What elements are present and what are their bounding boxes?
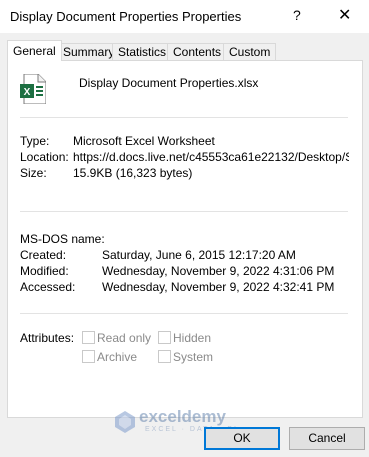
exceldemy-logo-icon — [115, 411, 135, 433]
location-label: Location: — [20, 150, 69, 164]
svg-text:X: X — [24, 87, 31, 98]
window-title: Display Document Properties Properties — [10, 9, 242, 24]
close-button[interactable]: ✕ — [338, 5, 351, 25]
accessed-value: Wednesday, November 9, 2022 4:32:41 PM — [102, 280, 335, 294]
tab-contents[interactable]: Contents — [167, 43, 228, 61]
separator — [20, 313, 348, 314]
attributes-label: Attributes: — [20, 331, 75, 345]
msdos-label: MS-DOS name: — [20, 232, 105, 246]
size-value: 15.9KB (16,323 bytes) — [73, 166, 193, 180]
read-only-label: Read only — [97, 331, 152, 345]
excel-file-icon: X — [20, 74, 46, 104]
separator — [20, 117, 348, 118]
tab-summary[interactable]: Summary — [57, 43, 121, 61]
tab-custom[interactable]: Custom — [223, 43, 277, 61]
title-bar: Display Document Properties Properties ?… — [0, 0, 369, 33]
created-label: Created: — [20, 248, 67, 262]
tab-statistics[interactable]: Statistics — [112, 43, 173, 61]
watermark-logo: exceldemy EXCEL · DATA · BI — [113, 407, 236, 437]
ok-button[interactable]: OK — [204, 427, 280, 450]
location-value: https://d.docs.live.net/c45553ca61e22132… — [73, 150, 349, 164]
help-button[interactable]: ? — [293, 7, 301, 23]
size-label: Size: — [20, 166, 47, 180]
archive-checkbox[interactable] — [82, 350, 95, 363]
accessed-label: Accessed: — [20, 280, 76, 294]
type-value: Microsoft Excel Worksheet — [73, 134, 215, 148]
file-name: Display Document Properties.xlsx — [79, 76, 259, 90]
read-only-checkbox[interactable] — [82, 331, 95, 344]
cancel-button[interactable]: Cancel — [289, 427, 365, 450]
created-value: Saturday, June 6, 2015 12:17:20 AM — [102, 248, 296, 262]
system-checkbox[interactable] — [158, 350, 171, 363]
watermark-name: exceldemy — [139, 407, 226, 426]
separator — [20, 211, 348, 212]
modified-value: Wednesday, November 9, 2022 4:31:06 PM — [102, 264, 335, 278]
archive-label: Archive — [97, 350, 138, 364]
hidden-checkbox[interactable] — [158, 331, 171, 344]
tab-general[interactable]: General — [7, 40, 62, 61]
system-label: System — [173, 350, 214, 364]
type-label: Type: — [20, 134, 50, 148]
hidden-label: Hidden — [173, 331, 212, 345]
modified-label: Modified: — [20, 264, 69, 278]
